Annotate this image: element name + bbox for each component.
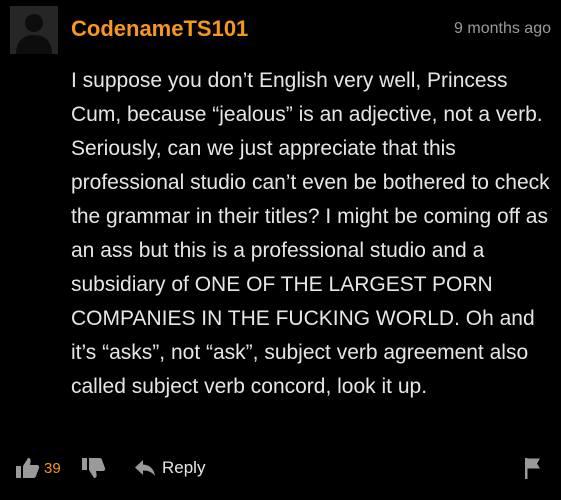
flag-icon — [525, 458, 540, 479]
flag-button[interactable] — [524, 452, 542, 484]
thumbs-up-icon — [16, 458, 40, 478]
comment-author[interactable]: CodenameTS101 — [71, 15, 248, 43]
like-count: 39 — [44, 459, 61, 477]
dislike-button[interactable] — [82, 452, 106, 484]
like-button[interactable]: 39 — [16, 452, 61, 484]
comment-text: I suppose you don’t English very well, P… — [71, 69, 550, 398]
reply-label: Reply — [162, 458, 206, 477]
reply-arrow-icon — [135, 460, 155, 476]
thumbs-down-icon — [82, 458, 106, 478]
avatar[interactable] — [10, 6, 58, 54]
comment-actions: 39 Reply — [16, 452, 546, 484]
comment-timestamp: 9 months ago — [454, 20, 551, 37]
reply-button[interactable]: Reply — [134, 452, 205, 484]
user-silhouette-icon — [16, 14, 52, 54]
